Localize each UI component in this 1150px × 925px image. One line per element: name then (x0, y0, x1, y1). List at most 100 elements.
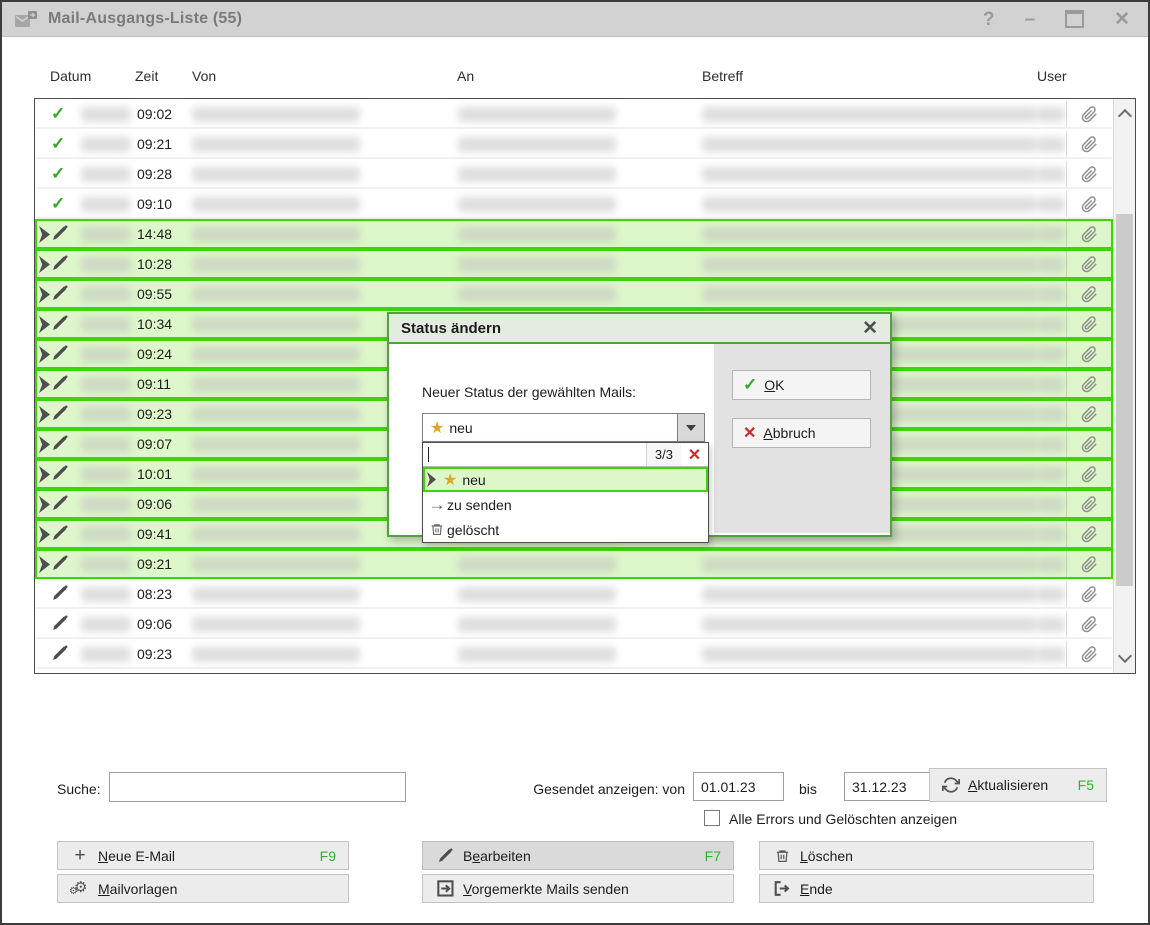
row-time: 08:23 (137, 586, 173, 602)
row-time: 09:02 (137, 106, 173, 122)
von-redacted (192, 437, 360, 452)
pencil-icon (51, 315, 69, 333)
user-redacted (1037, 557, 1065, 572)
table-row[interactable]: 09:23 (35, 639, 1113, 669)
von-redacted (192, 167, 360, 182)
combobox-value: neu (449, 419, 473, 436)
pencil-icon (53, 555, 68, 570)
status-combobox[interactable]: ★ neu (422, 413, 705, 442)
von-redacted (192, 227, 360, 242)
send-marked-label: Vorgemerkte Mails senden (463, 880, 629, 897)
filter-clear-icon[interactable]: ✕ (681, 443, 708, 466)
betreff-redacted (702, 647, 1037, 662)
attachment-cell (1066, 191, 1111, 217)
pencil-icon (53, 225, 68, 240)
combobox-dropdown-button[interactable] (677, 414, 704, 441)
dialog-close-icon[interactable]: ✕ (862, 317, 878, 340)
von-redacted (192, 407, 360, 422)
ok-button[interactable]: ✓ OK (732, 370, 871, 400)
scroll-up-icon[interactable] (1117, 108, 1133, 124)
betreff-redacted (702, 107, 1037, 122)
scrollbar-thumb[interactable] (1116, 214, 1133, 586)
table-row[interactable]: ✓ 09:10 (35, 189, 1113, 219)
title-bar: Mail-Ausgangs-Liste (55) ? – ✕ (2, 2, 1148, 37)
table-row[interactable]: 10:28 (35, 249, 1113, 279)
datum-redacted (81, 497, 131, 512)
betreff-redacted (702, 587, 1037, 602)
vertical-scrollbar[interactable] (1113, 99, 1135, 673)
datum-redacted (81, 437, 131, 452)
row-time: 09:55 (137, 286, 173, 302)
datum-redacted (81, 617, 131, 632)
datum-redacted (81, 287, 131, 302)
pencil-icon (51, 345, 69, 363)
table-row[interactable]: 08:23 (35, 579, 1113, 609)
refresh-button[interactable]: Aktualisieren F5 (929, 768, 1107, 802)
date-to-input[interactable] (844, 772, 935, 801)
attachment-cell (1066, 341, 1111, 367)
attachment-cell (1066, 101, 1111, 127)
search-input[interactable] (109, 772, 406, 802)
new-email-button[interactable]: + Neue E-Mail F9 (57, 841, 349, 870)
selection-marker-icon (39, 316, 50, 333)
von-redacted (192, 497, 360, 512)
table-row[interactable]: 09:21 (35, 549, 1113, 579)
table-row[interactable]: 14:48 (35, 219, 1113, 249)
paperclip-icon (1081, 495, 1097, 512)
row-time: 09:10 (137, 196, 173, 212)
send-marked-button[interactable]: Vorgemerkte Mails senden (422, 874, 734, 903)
help-icon[interactable]: ? (983, 10, 995, 29)
user-redacted (1037, 377, 1065, 392)
close-icon[interactable]: ✕ (1114, 10, 1130, 29)
paperclip-icon (1081, 375, 1097, 392)
paperclip-icon (1081, 585, 1097, 602)
option-neu[interactable]: ★ neu (423, 467, 708, 492)
date-from-input[interactable] (693, 772, 784, 801)
an-redacted (458, 287, 616, 302)
selection-marker-icon (39, 226, 50, 243)
edit-button[interactable]: Bearbeiten F7 (422, 841, 734, 870)
selection-marker-icon (427, 472, 436, 487)
scroll-down-icon[interactable] (1117, 648, 1133, 664)
dropdown-filter-row[interactable]: 3/3 ✕ (423, 443, 708, 467)
minimize-icon[interactable]: – (1025, 10, 1036, 29)
ok-label: OK (764, 377, 785, 393)
new-email-label: Neue E-Mail (98, 847, 176, 864)
pencil-icon (51, 255, 69, 273)
cancel-button[interactable]: ✕ Abbruch (732, 418, 871, 448)
delete-button[interactable]: Löschen (759, 841, 1094, 870)
table-row[interactable]: ✓ 09:02 (35, 99, 1113, 129)
an-redacted (458, 647, 616, 662)
option-geloescht[interactable]: gelöscht (423, 517, 708, 542)
table-row[interactable]: ✓ 09:21 (35, 129, 1113, 159)
pencil-icon (53, 585, 68, 600)
mail-templates-button[interactable]: ⚙ ⚙ Mailvorlagen (57, 874, 349, 903)
mail-out-icon (15, 10, 37, 27)
row-time: 09:24 (137, 346, 173, 362)
table-row[interactable]: ✓ 09:28 (35, 159, 1113, 189)
pencil-icon (51, 585, 69, 603)
row-time: 09:07 (137, 436, 173, 452)
selection-marker-icon (39, 376, 50, 393)
trash-icon (772, 848, 792, 864)
end-button[interactable]: Ende (759, 874, 1094, 903)
show-errors-checkbox[interactable] (704, 810, 720, 826)
datum-redacted (81, 377, 131, 392)
pencil-icon (51, 285, 69, 303)
paperclip-icon (1081, 345, 1097, 362)
von-redacted (192, 587, 360, 602)
check-icon: ✓ (51, 194, 66, 213)
paperclip-icon (1081, 195, 1097, 212)
row-time: 09:21 (137, 136, 173, 152)
table-row[interactable]: 09:06 (35, 609, 1113, 639)
pencil-icon (51, 495, 69, 513)
an-redacted (458, 227, 616, 242)
an-redacted (458, 167, 616, 182)
table-row[interactable]: 09:55 (35, 279, 1113, 309)
option-zu-senden[interactable]: → zu senden (423, 492, 708, 517)
von-redacted (192, 347, 360, 362)
user-redacted (1037, 527, 1065, 542)
paperclip-icon (1081, 465, 1097, 482)
maximize-icon[interactable] (1065, 10, 1085, 28)
check-icon: ✓ (51, 105, 69, 123)
